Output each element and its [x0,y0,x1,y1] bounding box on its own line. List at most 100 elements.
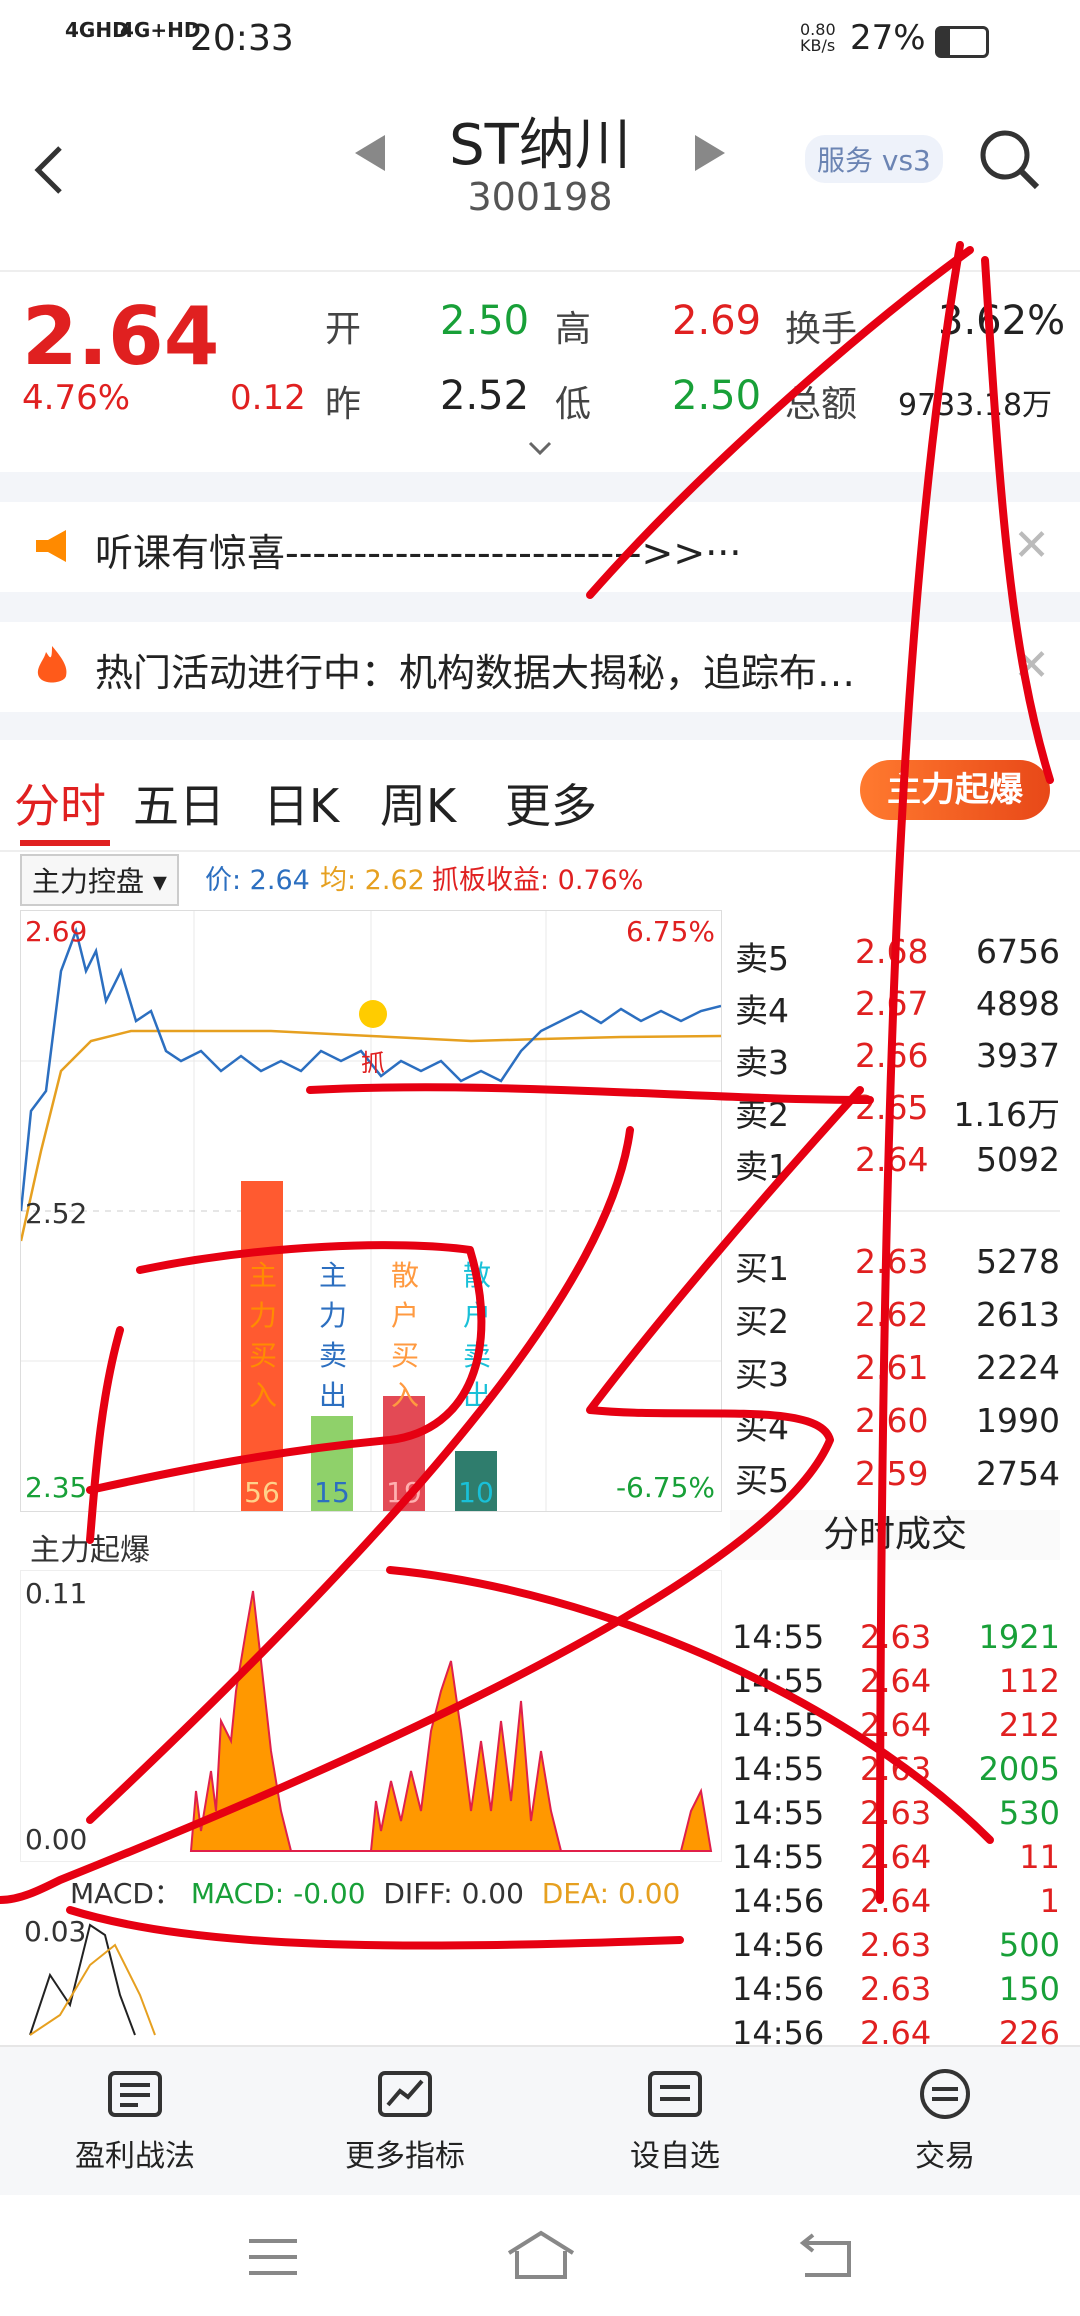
chart-bottom-price: 2.35 [25,1471,88,1504]
divider [0,472,1080,502]
bid-row: 买2 2.62 2613 [735,1295,1060,1341]
subchart-title: 主力起爆 [30,1533,150,1568]
bar-retail-sell-value: 10 [458,1476,494,1509]
search-icon[interactable] [975,125,1045,195]
chart-tabs: 分时 五日 日K 周K 更多 主力起爆 [0,740,1080,852]
bar-retail-buy-value: 19 [386,1476,422,1509]
bar-retail-sell-label: 散户卖出 [462,1259,491,1412]
amount-label: 总额 [785,384,858,425]
notice-text: 听课有惊喜-------------------------->>··· [95,531,742,575]
prev-label: 昨 [325,384,362,425]
bottom-toolbar: 盈利战法 更多指标 设自选 交易 [0,2045,1080,2197]
expand-chevron-icon[interactable] [528,440,552,456]
tick-row: 14:56 2.63 500 [732,1926,1060,1964]
close-icon[interactable]: ✕ [1013,520,1050,571]
low-value: 2.50 [672,373,762,419]
nav-indicators[interactable]: 更多指标 [270,2067,540,2175]
bid-row: 买3 2.61 2224 [735,1348,1060,1394]
notice-activity[interactable]: 热门活动进行中：机构数据大揭秘，追踪布… ✕ [0,622,1080,712]
subchart-top: 0.11 [25,1577,88,1610]
document-icon [108,2071,162,2117]
close-icon[interactable]: ✕ [1013,640,1050,691]
tab-more[interactable]: 更多 [505,770,597,836]
ask-row: 卖2 2.65 1.16万 [735,1088,1060,1134]
tick-row: 14:55 2.63 1921 [732,1618,1060,1656]
ticks-title[interactable]: 分时成交 [730,1510,1060,1560]
indicator-dropdown[interactable]: 主力控盘 ▾ [20,854,179,906]
nav-trade[interactable]: 交易 [810,2067,1080,2175]
stock-header: ST纳川 300198 服务 vs3 [0,80,1080,272]
divider [730,1210,1060,1212]
intraday-chart[interactable]: 2.69 6.75% 2.52 2.35 -6.75% 抓 主力买入 主力卖出 … [20,910,722,1512]
grab-smiley-icon [359,1000,387,1028]
boom-button[interactable]: 主力起爆 [860,760,1050,820]
bid-row: 买4 2.60 1990 [735,1401,1060,1447]
macd-top: 0.03 [24,1915,87,1948]
clock: 20:33 [190,18,294,59]
network-2: 4G+HD [120,18,201,42]
boom-indicator-chart[interactable]: 0.11 0.00 [20,1570,722,1862]
tick-row: 14:55 2.64 112 [732,1662,1060,1700]
high-value: 2.69 [672,298,762,344]
system-nav-bar [0,2195,1080,2316]
bid-row: 买1 2.63 5278 [735,1242,1060,1288]
turnover-value: 3.62% [938,298,1066,344]
tick-row: 14:55 2.63 530 [732,1794,1060,1832]
grab-marker: 抓 [361,1049,385,1077]
notice-text: 热门活动进行中：机构数据大揭秘，追踪布… [95,651,856,695]
nav-watchlist[interactable]: 设自选 [540,2067,810,2175]
tab-daily[interactable]: 日K [263,770,339,836]
tick-row: 14:56 2.63 150 [732,1970,1060,2008]
turnover-label: 换手 [785,309,858,350]
menu-icon[interactable] [245,2235,301,2279]
prev-value: 2.52 [440,373,530,419]
exchange-icon [920,2069,970,2119]
subchart-bottom: 0.00 [25,1823,88,1856]
chart-bottom-pct: -6.75% [615,1471,715,1504]
tab-intraday[interactable]: 分时 [14,770,106,836]
tick-row: 14:55 2.64 212 [732,1706,1060,1744]
notice-course[interactable]: 听课有惊喜-------------------------->>··· ✕ [0,502,1080,592]
change-value: 0.12 [230,378,306,418]
bar-main-sell-value: 15 [314,1476,350,1509]
bar-retail-buy-label: 散户买入 [390,1259,419,1412]
change-pct: 4.76% [22,378,131,418]
megaphone-icon [36,530,66,562]
home-icon[interactable] [505,2229,577,2281]
macd-chart[interactable]: 0.03 [20,1915,720,2040]
avg-label: 均: 2.62 [320,865,425,896]
active-tab-indicator [20,840,110,846]
tab-5day[interactable]: 五日 [133,770,225,836]
amount-value: 9733.18万 [898,388,1053,423]
bar-main-sell-label: 主力卖出 [318,1259,347,1412]
chart-icon [378,2071,432,2117]
tick-row: 14:55 2.64 11 [732,1838,1060,1876]
chart-top-pct: 6.75% [626,915,715,948]
back-nav-icon[interactable] [795,2233,855,2281]
ask-row: 卖5 2.68 6756 [735,932,1060,978]
ask-row: 卖4 2.67 4898 [735,984,1060,1030]
battery-text: 27% [850,18,926,58]
chart-mid-price: 2.52 [25,1197,88,1230]
nav-strategy[interactable]: 盈利战法 [0,2067,270,2175]
price-label: 价: 2.64 [205,865,310,896]
open-label: 开 [325,309,362,350]
high-label: 高 [555,309,592,350]
next-stock-icon[interactable] [695,135,725,171]
last-price: 2.64 [22,290,220,383]
low-label: 低 [555,384,592,425]
status-bar: 4GHD 4G+HD 20:33 0.80 KB/s 27% [0,0,1080,80]
divider [0,712,1080,740]
battery-icon [935,26,989,58]
tick-row: 14:55 2.63 2005 [732,1750,1060,1788]
open-value: 2.50 [440,298,530,344]
bar-main-buy-label: 主力买入 [248,1259,277,1412]
service-button[interactable]: 服务 vs3 [805,135,943,183]
grab-label: 抓板收益: 0.76% [432,865,644,896]
list-icon [648,2071,702,2117]
chart-controls: 主力控盘 ▾ 价: 2.64 均: 2.62 抓板收益: 0.76% [0,850,1080,906]
tab-weekly[interactable]: 周K [380,770,456,836]
macd-legend: MACD： MACD: -0.00 DIFF: 0.00 DEA: 0.00 [70,1877,681,1910]
ask-row: 卖3 2.66 3937 [735,1036,1060,1082]
quote-panel: 2.64 4.76% 0.12 开 2.50 高 2.69 换手 3.62% 昨… [0,270,1080,470]
